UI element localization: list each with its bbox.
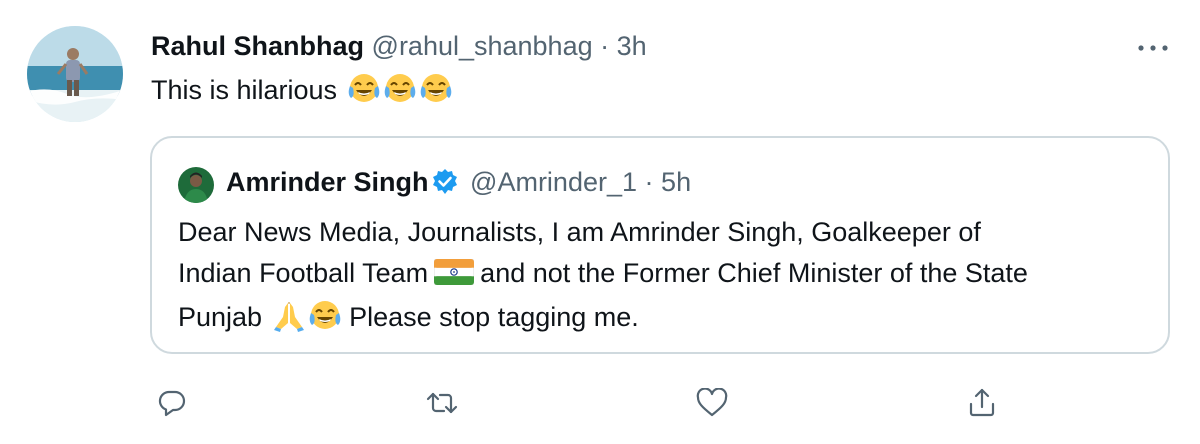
tears-of-joy-emoji-icon <box>308 299 342 345</box>
folded-hands-emoji-icon <box>272 299 306 345</box>
quoted-text-segment: and not the Former Chief Minister of the… <box>480 258 1028 288</box>
tears-of-joy-emoji-icon <box>383 72 417 115</box>
tweet-text-content: This is hilarious <box>151 75 338 105</box>
india-flag-icon <box>433 256 475 297</box>
more-options-icon[interactable] <box>1136 38 1170 58</box>
tears-of-joy-emoji-icon <box>419 72 453 115</box>
share-icon[interactable] <box>965 386 999 420</box>
author-name[interactable]: Rahul Shanbhag <box>151 31 364 61</box>
author-avatar[interactable] <box>27 26 123 122</box>
quoted-tweet-header: Amrinder Singh @Amrinder_1 · 5h <box>226 164 691 205</box>
quoted-tweet-card[interactable]: Amrinder Singh @Amrinder_1 · 5h Dear New… <box>150 136 1170 354</box>
quoted-text-segment: Indian Football Team <box>178 258 429 288</box>
tweet-text: This is hilarious <box>151 72 453 115</box>
quoted-author-handle[interactable]: @Amrinder_1 <box>470 167 637 197</box>
reply-icon[interactable] <box>155 386 189 420</box>
quoted-author-avatar[interactable] <box>178 167 214 203</box>
like-icon[interactable] <box>695 386 729 420</box>
quoted-text-segment: Punjab <box>178 302 263 332</box>
quoted-author-name[interactable]: Amrinder Singh <box>226 167 429 197</box>
quoted-text-line: Indian Football Team and not the Former … <box>178 253 1148 297</box>
author-handle[interactable]: @rahul_shanbhag <box>372 31 593 61</box>
quoted-tweet-time[interactable]: 5h <box>661 167 691 197</box>
tweet-time[interactable]: 3h <box>617 31 647 61</box>
quoted-text-line: Dear News Media, Journalists, I am Amrin… <box>178 217 981 247</box>
quoted-text-segment: Please stop tagging me. <box>349 302 639 332</box>
verified-badge-icon <box>431 168 459 205</box>
tweet-header: Rahul Shanbhag @rahul_shanbhag · 3h <box>151 28 647 64</box>
quoted-tweet-text: Dear News Media, Journalists, I am Amrin… <box>178 212 1148 345</box>
separator-dot: · <box>644 167 654 197</box>
tweet-action-bar <box>0 386 1200 420</box>
retweet-icon[interactable] <box>425 386 459 420</box>
tears-of-joy-emoji-icon <box>347 72 381 115</box>
separator-dot: · <box>600 31 610 61</box>
quoted-text-line: Punjab Please stop tagging me. <box>178 297 1148 345</box>
